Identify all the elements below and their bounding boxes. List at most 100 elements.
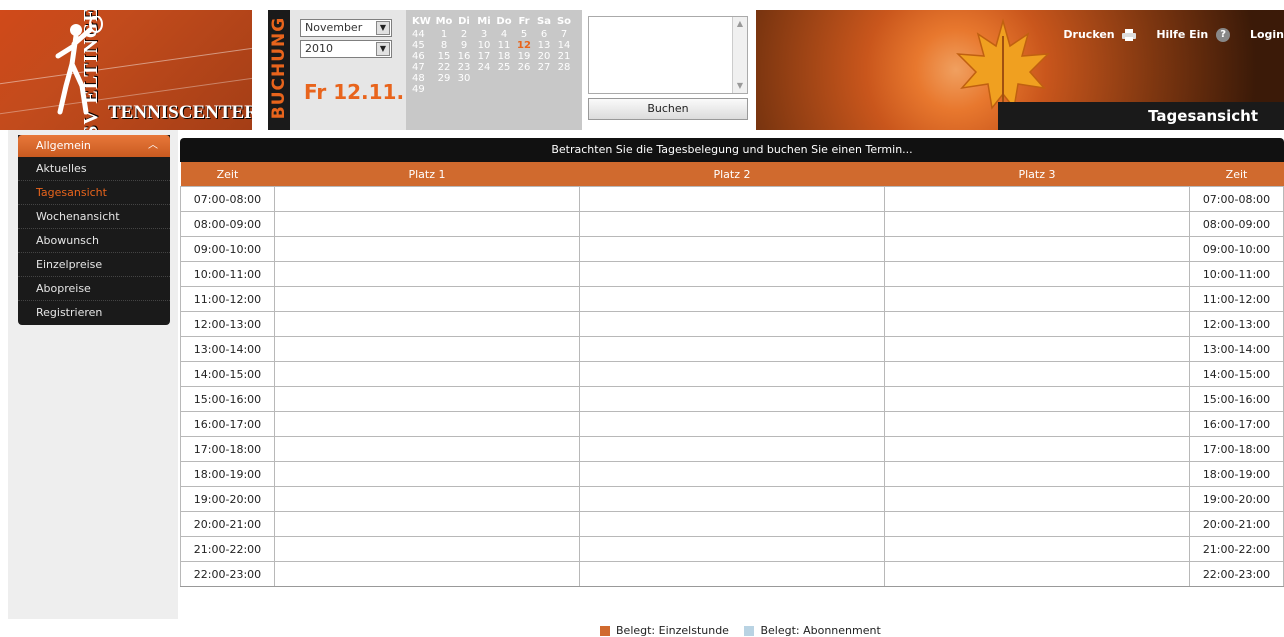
calendar-day[interactable]: 28 <box>554 62 574 73</box>
nav-section-header[interactable]: Allgemein ︿ <box>18 135 170 157</box>
chevron-down-icon[interactable]: ▼ <box>376 21 390 35</box>
calendar-day[interactable]: 6 <box>534 29 554 40</box>
court-1-slot[interactable] <box>273 286 580 312</box>
calendar-week-number[interactable]: 47 <box>412 62 434 73</box>
court-2-slot[interactable] <box>578 436 885 462</box>
court-3-slot[interactable] <box>883 261 1191 287</box>
court-3-slot[interactable] <box>883 536 1191 562</box>
court-1-slot[interactable] <box>273 236 580 262</box>
court-2-slot[interactable] <box>578 311 885 337</box>
chevron-up-icon[interactable]: ︿ <box>148 135 158 157</box>
court-1-slot[interactable] <box>273 536 580 562</box>
calendar-day[interactable]: 1 <box>434 29 454 40</box>
court-2-slot[interactable] <box>578 186 885 212</box>
court-1-slot[interactable] <box>273 511 580 537</box>
court-3-slot[interactable] <box>883 211 1191 237</box>
sidebar-item-aktuelles[interactable]: Aktuelles <box>18 157 170 181</box>
court-1-slot[interactable] <box>273 486 580 512</box>
calendar-day[interactable]: 19 <box>514 51 534 62</box>
scroll-down-icon[interactable]: ▼ <box>735 81 745 91</box>
court-1-slot[interactable] <box>273 186 580 212</box>
court-2-slot[interactable] <box>578 411 885 437</box>
calendar-day[interactable]: 11 <box>494 40 514 51</box>
court-2-slot[interactable] <box>578 336 885 362</box>
calendar-day[interactable]: 5 <box>514 29 534 40</box>
calendar-day[interactable]: 29 <box>434 73 454 84</box>
calendar-day[interactable]: 30 <box>454 73 474 84</box>
court-1-slot[interactable] <box>273 411 580 437</box>
calendar-day[interactable]: 16 <box>454 51 474 62</box>
calendar-day[interactable]: 7 <box>554 29 574 40</box>
court-3-slot[interactable] <box>883 511 1191 537</box>
calendar-day[interactable]: 17 <box>474 51 494 62</box>
court-2-slot[interactable] <box>578 486 885 512</box>
year-select[interactable]: 2010 ▼ <box>300 40 392 58</box>
court-1-slot[interactable] <box>273 386 580 412</box>
court-1-slot[interactable] <box>273 561 580 587</box>
calendar-day[interactable]: 27 <box>534 62 554 73</box>
court-2-slot[interactable] <box>578 561 885 587</box>
calendar-day[interactable]: 9 <box>454 40 474 51</box>
sidebar-item-einzelpreise[interactable]: Einzelpreise <box>18 253 170 277</box>
court-3-slot[interactable] <box>883 311 1191 337</box>
calendar-day[interactable]: 21 <box>554 51 574 62</box>
calendar-day[interactable]: 25 <box>494 62 514 73</box>
login-button[interactable]: Login <box>1250 28 1284 41</box>
chevron-down-icon[interactable]: ▼ <box>376 42 390 56</box>
court-1-slot[interactable] <box>273 311 580 337</box>
sidebar-item-wochenansicht[interactable]: Wochenansicht <box>18 205 170 229</box>
court-3-slot[interactable] <box>883 336 1191 362</box>
sidebar-item-registrieren[interactable]: Registrieren <box>18 301 170 325</box>
calendar-day[interactable]: 4 <box>494 29 514 40</box>
court-3-slot[interactable] <box>883 436 1191 462</box>
booking-list[interactable]: ▲ ▼ <box>588 16 748 94</box>
print-button[interactable]: Drucken <box>1063 28 1137 41</box>
court-2-slot[interactable] <box>578 461 885 487</box>
calendar-day[interactable]: 26 <box>514 62 534 73</box>
calendar-day[interactable]: 20 <box>534 51 554 62</box>
court-3-slot[interactable] <box>883 561 1191 587</box>
court-3-slot[interactable] <box>883 186 1191 212</box>
calendar-week-number[interactable]: 46 <box>412 51 434 62</box>
court-3-slot[interactable] <box>883 236 1191 262</box>
court-1-slot[interactable] <box>273 211 580 237</box>
calendar-week-number[interactable]: 49 <box>412 84 434 95</box>
court-3-slot[interactable] <box>883 361 1191 387</box>
month-select[interactable]: November ▼ <box>300 19 392 37</box>
court-3-slot[interactable] <box>883 286 1191 312</box>
court-1-slot[interactable] <box>273 336 580 362</box>
brand-logo-area[interactable]: TSV ELTINGEN TENNISCENTER <box>0 10 252 130</box>
calendar-day[interactable]: 18 <box>494 51 514 62</box>
calendar-day[interactable]: 8 <box>434 40 454 51</box>
court-1-slot[interactable] <box>273 261 580 287</box>
court-2-slot[interactable] <box>578 236 885 262</box>
court-2-slot[interactable] <box>578 361 885 387</box>
scroll-up-icon[interactable]: ▲ <box>735 19 745 29</box>
calendar-day[interactable]: 24 <box>474 62 494 73</box>
calendar-day[interactable]: 12 <box>514 40 534 51</box>
court-2-slot[interactable] <box>578 386 885 412</box>
court-1-slot[interactable] <box>273 436 580 462</box>
sidebar-item-tagesansicht[interactable]: Tagesansicht <box>18 181 170 205</box>
calendar-week-number[interactable]: 44 <box>412 29 434 40</box>
calendar-day[interactable]: 3 <box>474 29 494 40</box>
court-1-slot[interactable] <box>273 461 580 487</box>
calendar-day[interactable]: 10 <box>474 40 494 51</box>
court-2-slot[interactable] <box>578 286 885 312</box>
calendar-day[interactable]: 23 <box>454 62 474 73</box>
calendar-day[interactable]: 14 <box>554 40 574 51</box>
calendar-day[interactable]: 13 <box>534 40 554 51</box>
court-2-slot[interactable] <box>578 536 885 562</box>
sidebar-item-abopreise[interactable]: Abopreise <box>18 277 170 301</box>
calendar-day[interactable]: 15 <box>434 51 454 62</box>
court-3-slot[interactable] <box>883 486 1191 512</box>
court-3-slot[interactable] <box>883 411 1191 437</box>
sidebar-item-abowunsch[interactable]: Abowunsch <box>18 229 170 253</box>
court-2-slot[interactable] <box>578 261 885 287</box>
calendar-week-number[interactable]: 48 <box>412 73 434 84</box>
calendar-day[interactable]: 2 <box>454 29 474 40</box>
court-1-slot[interactable] <box>273 361 580 387</box>
calendar-day[interactable]: 22 <box>434 62 454 73</box>
court-2-slot[interactable] <box>578 211 885 237</box>
court-2-slot[interactable] <box>578 511 885 537</box>
